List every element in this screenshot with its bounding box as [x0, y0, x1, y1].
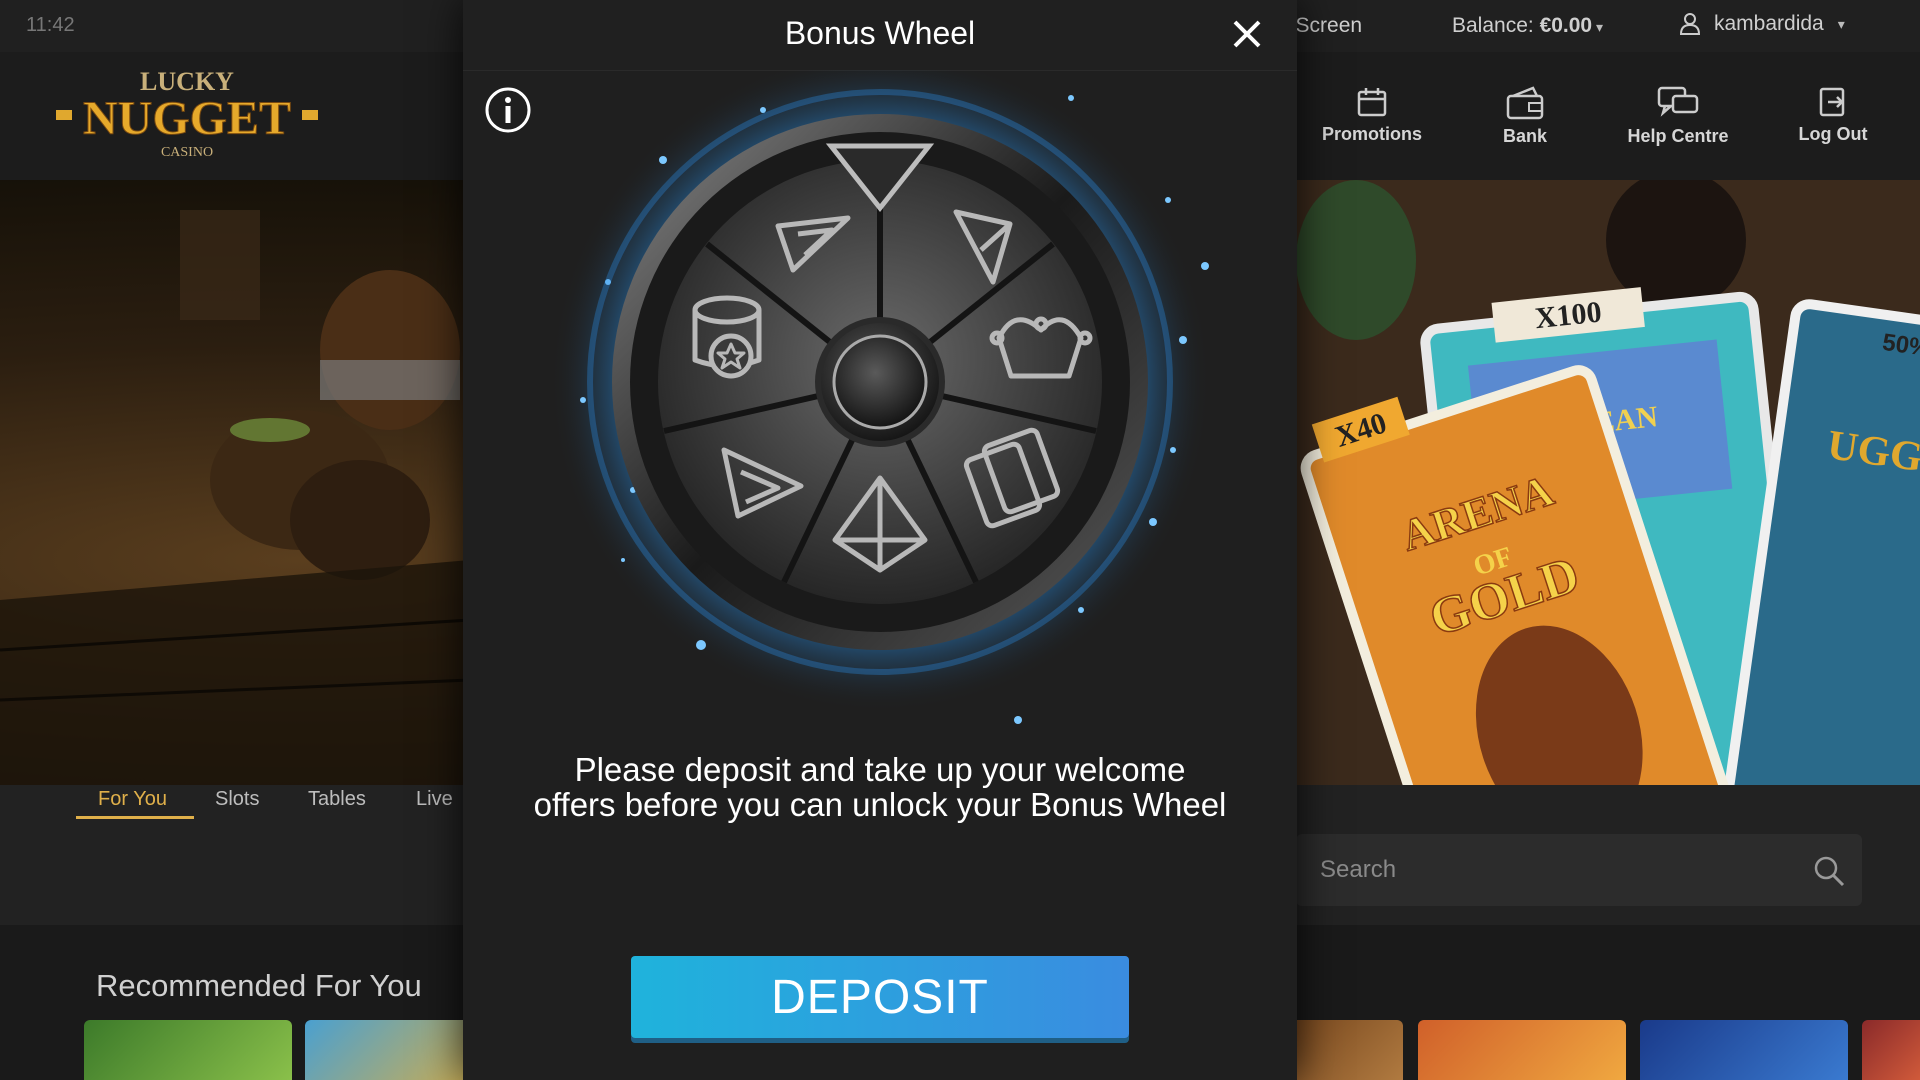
user-icon — [1680, 13, 1700, 35]
close-icon[interactable] — [1227, 14, 1267, 54]
game-thumbnail[interactable] — [1297, 1020, 1403, 1080]
balance-label: Balance: — [1452, 14, 1540, 37]
logout-icon — [1819, 87, 1845, 117]
balance-value: €0.00 — [1539, 14, 1593, 37]
nav-bank[interactable]: Bank — [1450, 86, 1600, 147]
game-thumbnail[interactable] — [84, 1020, 292, 1080]
svg-text:X100: X100 — [1533, 295, 1603, 335]
site-logo[interactable]: LUCKY NUGGET CASINO — [52, 66, 322, 166]
modal-title: Bonus Wheel — [784, 15, 976, 51]
active-tab-indicator — [76, 816, 194, 819]
chevron-down-icon: ▾ — [1837, 15, 1845, 32]
game-thumbnail[interactable] — [1418, 1020, 1626, 1080]
nav-promotions[interactable]: Promotions — [1297, 86, 1447, 145]
clock: 11:42 — [26, 14, 75, 36]
tab-tables[interactable]: Tables — [308, 788, 366, 811]
modal-header: Bonus Wheel — [463, 0, 1297, 71]
nav-promotions-label: Promotions — [1321, 124, 1422, 144]
nav-bank-label: Bank — [1502, 126, 1547, 146]
bonus-wheel — [550, 70, 1210, 724]
chat-icon — [1657, 86, 1699, 117]
game-thumbnail[interactable] — [1862, 1020, 1920, 1080]
deposit-button[interactable]: DEPOSIT — [631, 956, 1129, 1038]
balance[interactable]: Balance: €0.00 ▾ — [1452, 14, 1603, 38]
nav-help-centre[interactable]: Help Centre — [1603, 86, 1753, 147]
recommended-title: Recommended For You — [96, 968, 422, 1003]
nav-help-label: Help Centre — [1627, 126, 1729, 146]
tab-for-you[interactable]: For You — [98, 788, 167, 811]
username: kambardida — [1714, 12, 1824, 35]
nav-log-out[interactable]: Log Out — [1758, 86, 1908, 145]
nav-logout-label: Log Out — [1798, 124, 1868, 144]
search-icon[interactable] — [1812, 854, 1846, 888]
tab-slots[interactable]: Slots — [215, 788, 259, 811]
wallet-icon — [1506, 86, 1544, 120]
search-placeholder: Search — [1320, 856, 1397, 883]
hero-art-left — [0, 210, 471, 785]
deposit-message: Please deposit and take up your welcome … — [533, 751, 1227, 823]
tab-live[interactable]: Live — [416, 788, 453, 811]
hero-art-right: X100 ANTEAN 50% MAT UGG X40 ARENA OF GOL… — [1296, 180, 1920, 785]
logo-line3: CASINO — [161, 145, 213, 160]
user-menu[interactable]: kambardida ▾ — [1680, 12, 1845, 36]
chevron-down-icon: ▾ — [1592, 19, 1604, 35]
calendar-icon — [1357, 88, 1387, 117]
game-thumbnail[interactable] — [1640, 1020, 1848, 1080]
bonus-wheel-modal: Bonus Wheel Please deposit and take up y… — [463, 0, 1297, 1080]
logo-line2: NUGGET — [83, 92, 291, 145]
